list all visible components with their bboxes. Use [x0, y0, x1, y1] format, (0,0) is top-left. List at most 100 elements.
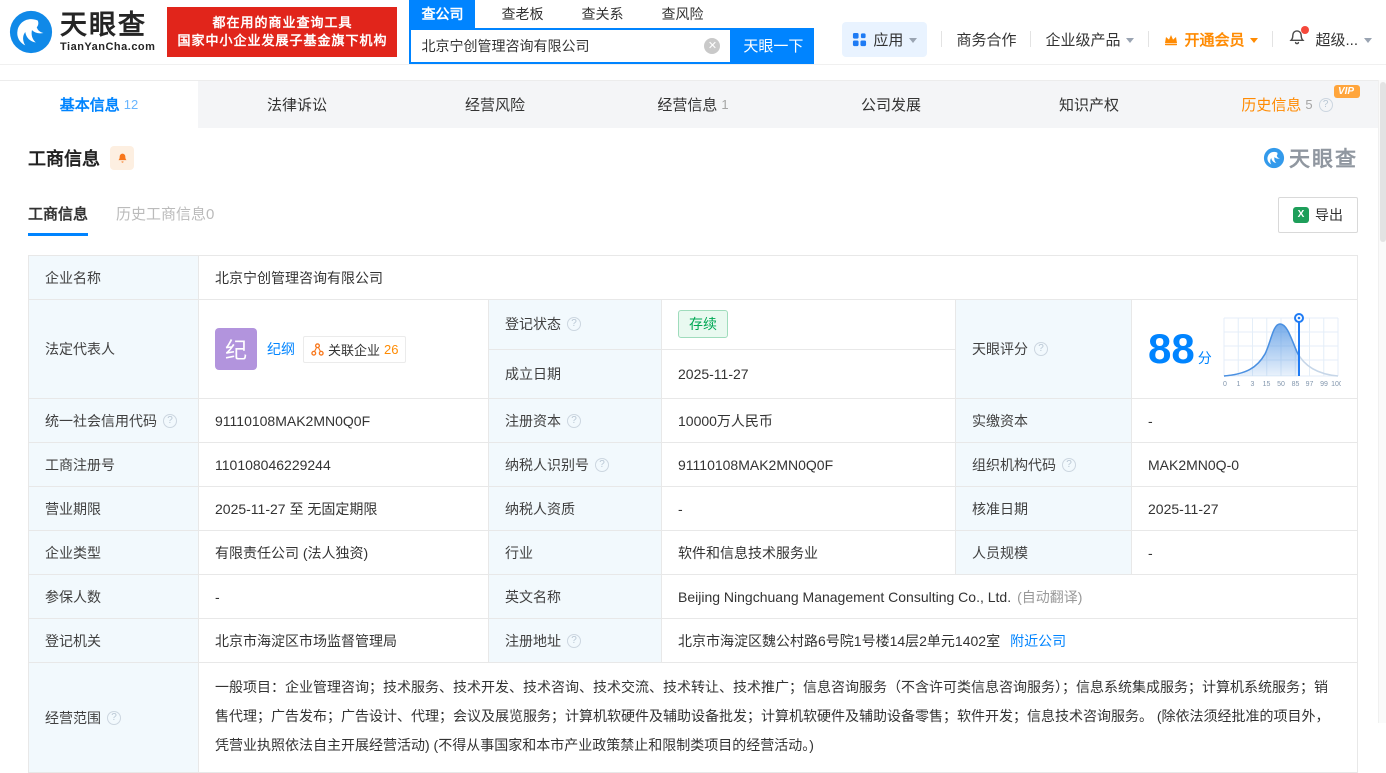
field-label: 参保人数 — [29, 575, 199, 618]
svg-text:97: 97 — [1306, 381, 1314, 388]
apps-grid-icon — [853, 32, 867, 46]
top-navigation: 应用 商务合作 企业级产品 开通会员 超级... — [842, 8, 1372, 57]
svg-text:85: 85 — [1292, 381, 1300, 388]
monitor-bell-button[interactable] — [110, 146, 134, 170]
help-icon[interactable]: ? — [1062, 457, 1076, 472]
svg-text:0: 0 — [1223, 381, 1227, 388]
export-button[interactable]: X 导出 — [1278, 197, 1358, 233]
notification-bell-icon[interactable] — [1287, 25, 1310, 51]
reg-number-value: 110108046229244 — [199, 443, 489, 486]
nearby-companies-link[interactable]: 附近公司 — [1010, 631, 1066, 651]
score-cell: 88 分 0 1 3 15 50 85 97 99 100 — [1132, 300, 1357, 398]
section-title: 工商信息 — [28, 149, 100, 169]
svg-text:50: 50 — [1277, 381, 1285, 388]
subtab-business-info[interactable]: 工商信息 — [28, 203, 89, 236]
field-label: 组织机构代码? — [956, 443, 1132, 486]
legal-rep-link[interactable]: 纪纲 — [267, 339, 295, 359]
search-input[interactable] — [411, 37, 705, 54]
help-icon[interactable]: ? — [595, 457, 609, 472]
scrollbar-thumb[interactable] — [1379, 82, 1386, 242]
chevron-down-icon — [1364, 37, 1372, 43]
tab-intellectual-property[interactable]: 知识产权 — [990, 81, 1188, 128]
paid-capital-value: - — [1148, 412, 1153, 429]
svg-text:15: 15 — [1263, 381, 1271, 388]
reg-capital-value: 10000万人民币 — [662, 399, 956, 442]
field-label: 营业期限 — [29, 487, 199, 530]
tab-legal-litigation[interactable]: 法律诉讼 — [198, 81, 396, 128]
page-scrollbar[interactable] — [1378, 80, 1386, 723]
legal-rep-cell: 纪 纪纲 关联企业 26 — [199, 300, 489, 398]
help-icon[interactable]: ? — [107, 710, 121, 725]
chevron-down-icon — [1250, 37, 1259, 43]
tianyancha-watermark: 天眼查 — [1263, 143, 1358, 173]
vip-badge: VIP — [1333, 85, 1361, 98]
table-row: 企业名称 北京宁创管理咨询有限公司 — [29, 256, 1357, 300]
crown-icon — [1165, 35, 1178, 46]
company-type-value: 有限责任公司 (法人独资) — [199, 531, 489, 574]
tab-history-info[interactable]: VIP 历史信息 5 ? — [1188, 81, 1386, 128]
search-box: ✕ — [409, 27, 733, 64]
search-tab-risk[interactable]: 查风险 — [649, 0, 715, 28]
table-row: 法定代表人 纪 纪纲 关联企业 26 登记状态 ? 存续 成立日期 2025-1… — [29, 300, 1357, 399]
field-label: 法定代表人 — [29, 300, 199, 398]
table-row: 工商注册号 110108046229244 纳税人识别号? 91110108MA… — [29, 443, 1357, 487]
field-label: 天眼评分 ? — [956, 300, 1132, 398]
field-label: 企业类型 — [29, 531, 199, 574]
svg-text:100: 100 — [1331, 381, 1341, 388]
help-icon[interactable]: ? — [567, 633, 581, 648]
tab-company-development[interactable]: 公司发展 — [792, 81, 990, 128]
industry-value: 软件和信息技术服务业 — [662, 531, 956, 574]
field-label: 登记状态 ? — [489, 300, 662, 349]
taxpayer-quality-value: - — [662, 487, 956, 530]
tab-basic-info[interactable]: 基本信息 12 — [0, 81, 198, 128]
reg-authority-value: 北京市海淀区市场监督管理局 — [199, 619, 489, 662]
clear-search-icon[interactable]: ✕ — [704, 37, 721, 54]
field-label: 纳税人识别号? — [489, 443, 662, 486]
tab-operation-risk[interactable]: 经营风险 — [396, 81, 594, 128]
help-icon[interactable]: ? — [1034, 342, 1048, 356]
company-name-value: 北京宁创管理咨询有限公司 — [215, 269, 383, 286]
field-label: 成立日期 — [489, 349, 662, 398]
table-row: 营业期限 2025-11-27 至 无固定期限 纳税人资质 - 核准日期 202… — [29, 487, 1357, 531]
legal-rep-avatar[interactable]: 纪 — [215, 328, 257, 370]
score-curve-chart: 0 1 3 15 50 85 97 99 100 — [1223, 313, 1341, 388]
field-label: 统一社会信用代码? — [29, 399, 199, 442]
business-info-table: 企业名称 北京宁创管理咨询有限公司 法定代表人 纪 纪纲 关联企业 26 登记状… — [28, 255, 1358, 773]
search-tab-relation[interactable]: 查关系 — [569, 0, 635, 28]
watermark-swirl-icon — [1263, 147, 1285, 169]
help-icon[interactable]: ? — [567, 317, 581, 332]
brand-domain: TianYanCha.com — [60, 40, 156, 53]
related-companies-badge[interactable]: 关联企业 26 — [303, 335, 407, 363]
table-row: 参保人数 - 英文名称 Beijing Ningchuang Managemen… — [29, 575, 1357, 619]
divider — [941, 31, 943, 47]
help-icon[interactable]: ? — [567, 413, 581, 428]
reg-address-value: 北京市海淀区魏公村路6号院1号楼14层2单元1402室 附近公司 — [678, 631, 1067, 651]
subtab-history-business-info[interactable]: 历史工商信息0 — [116, 203, 214, 236]
bell-icon — [117, 153, 127, 163]
english-name-value: Beijing Ningchuang Management Consulting… — [678, 588, 1083, 605]
nav-business-cooperation[interactable]: 商务合作 — [956, 29, 1016, 50]
search-area: 查公司 查老板 查关系 查风险 ✕ 天眼一下 — [409, 0, 815, 64]
field-label: 注册地址? — [489, 619, 662, 662]
help-icon[interactable]: ? — [163, 413, 177, 428]
site-header: 天眼查 TianYanCha.com 都在用的商业查询工具 国家中小企业发展子基… — [0, 0, 1386, 65]
search-tab-company[interactable]: 查公司 — [409, 0, 476, 28]
table-row: 经营范围? 一般项目：企业管理咨询；技术服务、技术开发、技术咨询、技术交流、技术… — [29, 663, 1357, 772]
business-term-value: 2025-11-27 至 无固定期限 — [199, 487, 489, 530]
nav-enterprise-products[interactable]: 企业级产品 — [1045, 29, 1135, 50]
excel-icon: X — [1293, 207, 1309, 223]
nav-apps[interactable]: 应用 — [842, 21, 928, 57]
help-icon[interactable]: ? — [1318, 97, 1333, 112]
tab-operation-info[interactable]: 经营信息 1 — [594, 81, 792, 128]
search-button[interactable]: 天眼一下 — [732, 27, 815, 64]
search-tabs: 查公司 查老板 查关系 查风险 — [409, 0, 814, 28]
search-tab-boss[interactable]: 查老板 — [489, 0, 555, 28]
brand-slogan: 都在用的商业查询工具 国家中小企业发展子基金旗下机构 — [167, 7, 398, 57]
field-label: 纳税人资质 — [489, 487, 662, 530]
tianyancha-logo[interactable]: 天眼查 TianYanCha.com — [8, 9, 155, 55]
chevron-down-icon — [909, 37, 918, 43]
nav-open-vip[interactable]: 开通会员 — [1163, 29, 1259, 50]
chevron-down-icon — [1126, 37, 1135, 43]
nav-account[interactable]: 超级... — [1315, 29, 1372, 50]
field-label: 人员规模 — [956, 531, 1132, 574]
